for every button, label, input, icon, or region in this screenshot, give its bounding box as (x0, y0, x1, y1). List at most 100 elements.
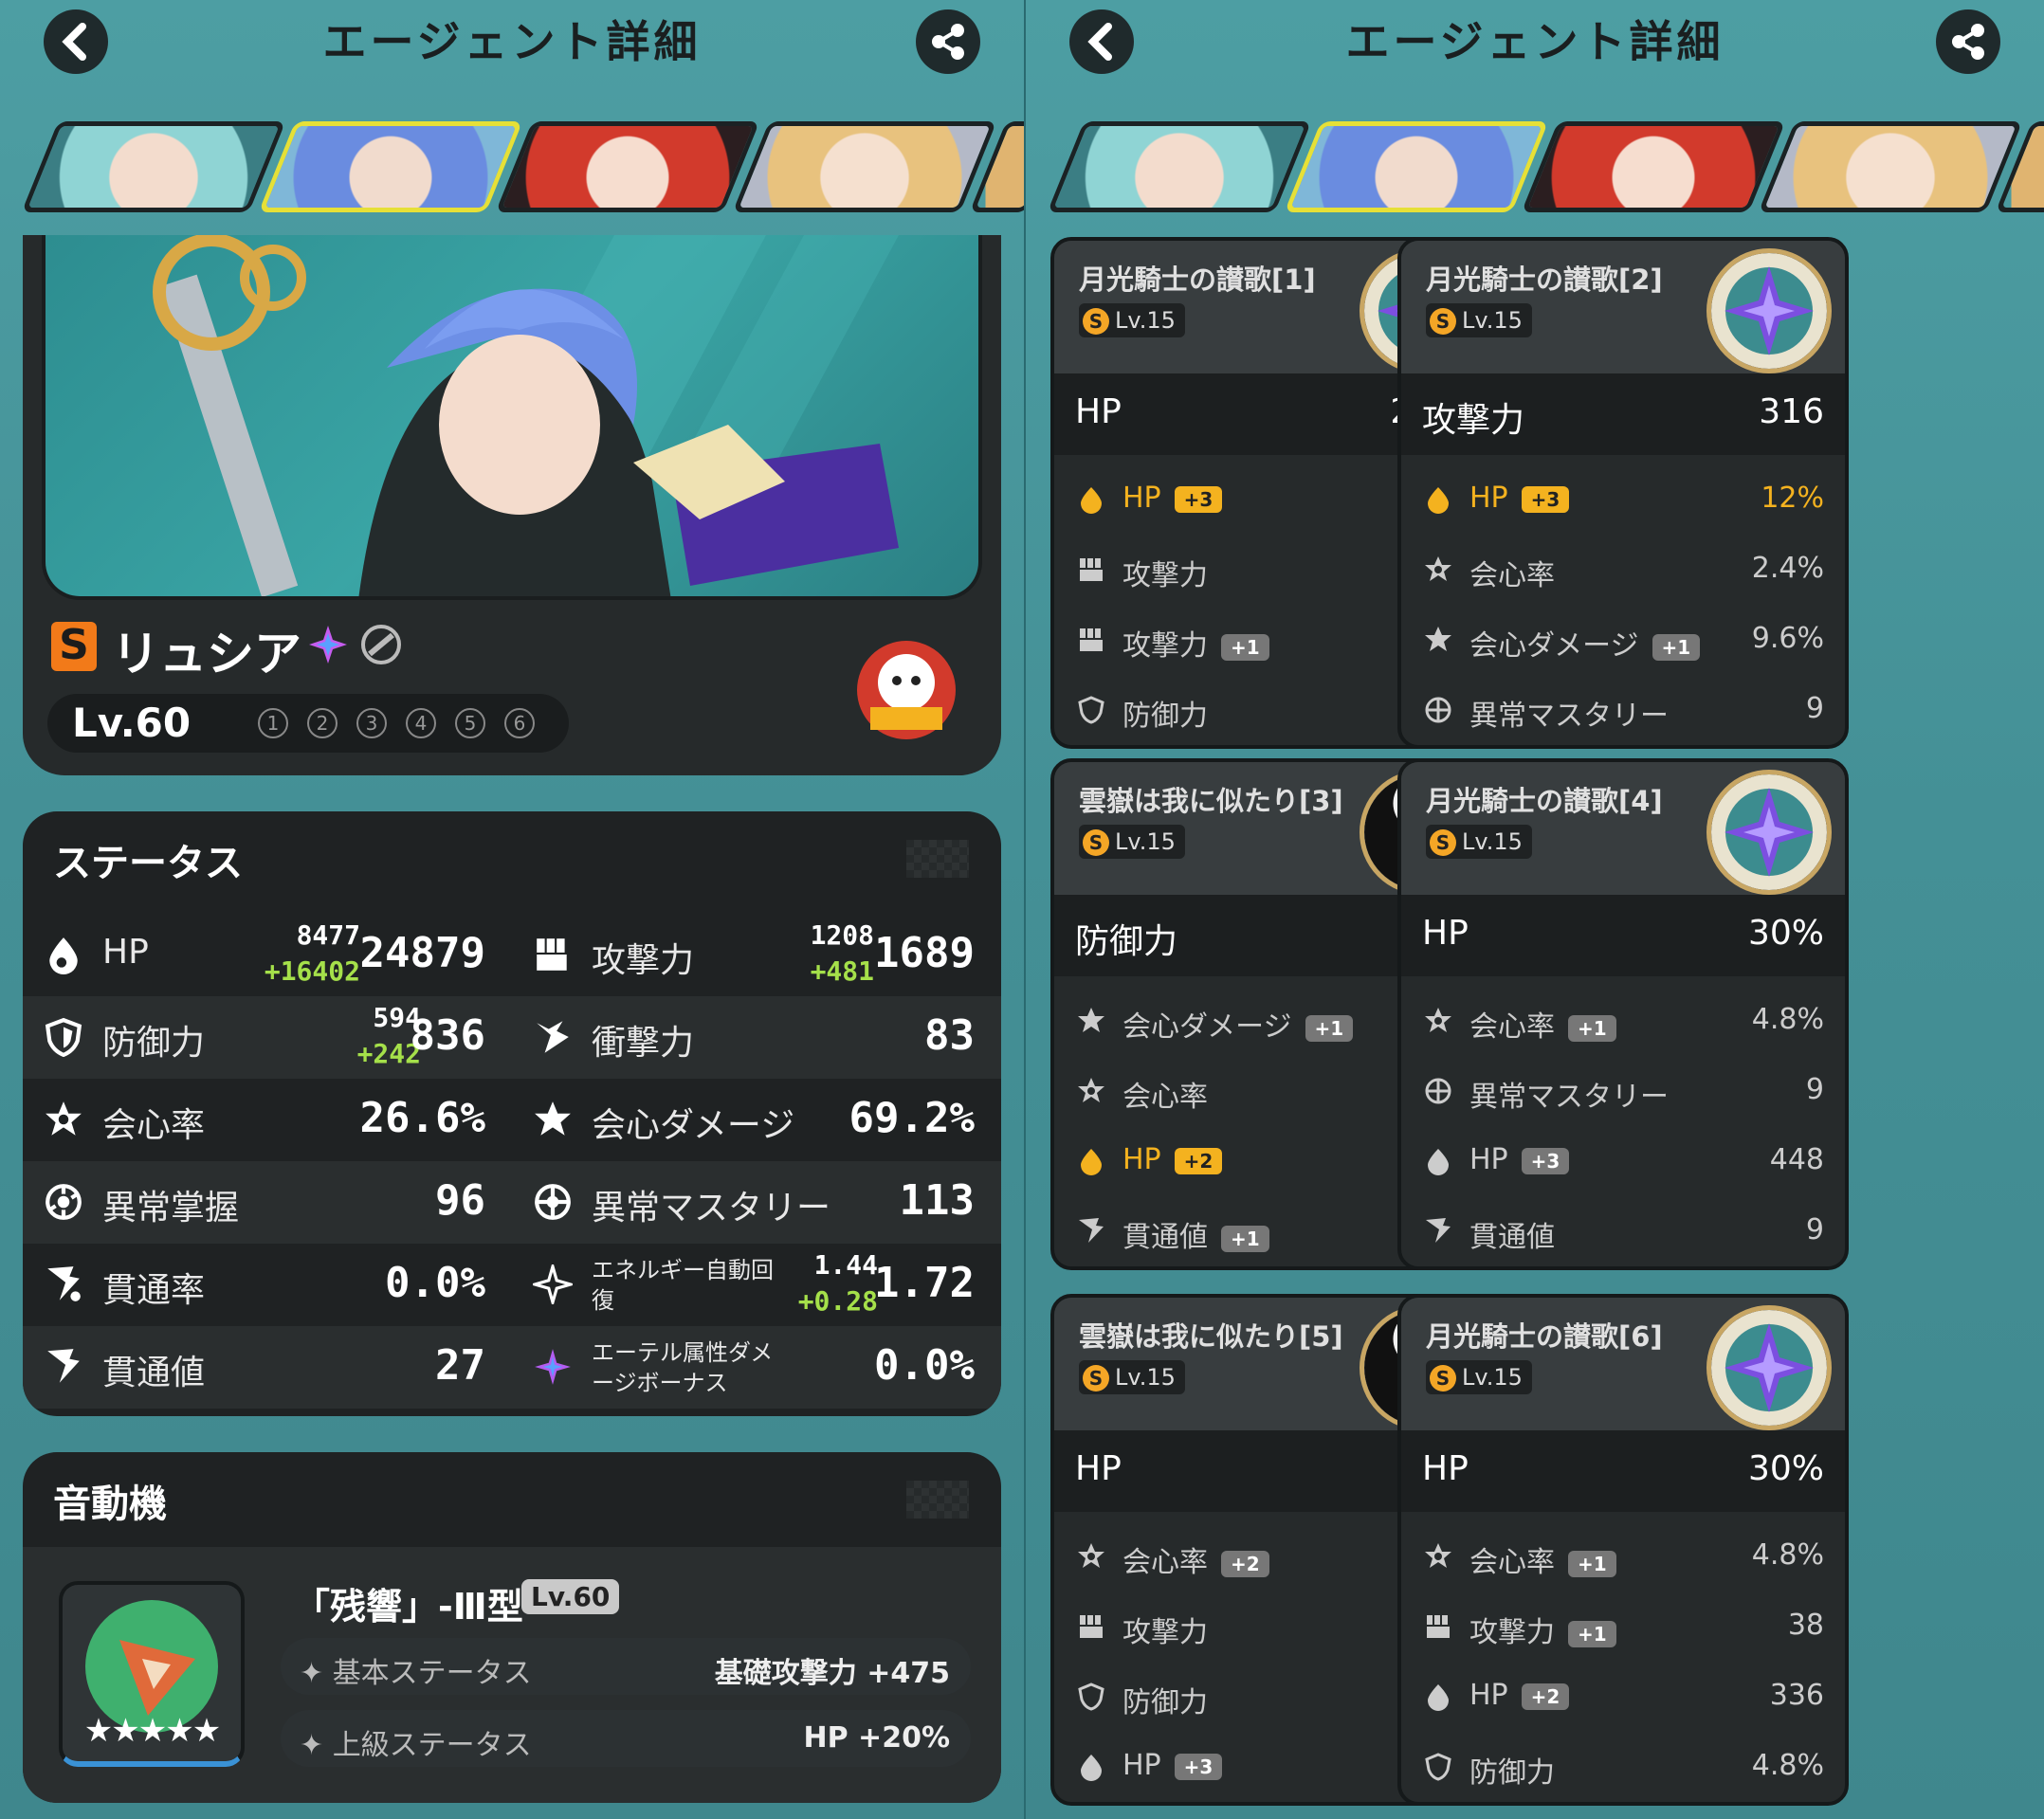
share-button[interactable] (916, 9, 980, 74)
drive-disc-card[interactable]: 月光騎士の讃歌[2] S Lv.15 攻撃力 316 HP +3 12% 会心率 2… (1397, 237, 1849, 749)
share-button[interactable] (1936, 9, 2000, 74)
disc-level-text: Lv.15 (1462, 828, 1523, 855)
disc-level: S Lv.15 (1079, 825, 1185, 859)
ether-dmg-icon (535, 1349, 571, 1385)
agent-portrait-2-selected[interactable] (258, 121, 523, 212)
hp-icon (1428, 1684, 1449, 1711)
mindscape-6[interactable]: 6 (504, 708, 535, 738)
disc-substat-label: 会心率 (1122, 1081, 1208, 1114)
wengine-base-value: 基礎攻撃力 +475 (714, 1657, 950, 1690)
disc-substat-roll-badge: +3 (1521, 1147, 1570, 1174)
mindscape-3[interactable]: 3 (356, 708, 387, 738)
agent-detail-panel-right: エージェント詳細 月光騎士の讃歌[1] SLv.15 HP 2200 HP+3 … (1026, 0, 2044, 1819)
disc-substat-value: 9 (1805, 692, 1824, 725)
agent-portrait-2-selected[interactable] (1284, 121, 1549, 212)
drive-disc-card[interactable]: 月光騎士の讃歌[6] S Lv.15 HP 30% 会心率 +1 4.8% 攻撃力 +… (1397, 1294, 1849, 1806)
disc-substat: 会心ダメージ +1 9.6% (1401, 605, 1845, 675)
disc-substat-value: 9.6% (1751, 622, 1824, 655)
stat-bonus: +481 (810, 955, 874, 987)
crit-dmg-icon (1078, 1008, 1104, 1032)
disc-main-label: 防御力 (1075, 922, 1178, 961)
disc-substat-label: 会心率 (1122, 1546, 1208, 1579)
stat-value: 0.0% (874, 1341, 975, 1390)
drive-disc-card[interactable]: 月光騎士の讃歌[4] S Lv.15 HP 30% 会心率 +1 4.8% 異常マス… (1397, 758, 1849, 1270)
stat-anomaly-mastery: 異常マスタリー 113 (512, 1161, 1001, 1244)
disc-substat-label: 攻撃力 (1122, 1616, 1208, 1649)
crit-rate-icon (1078, 1543, 1104, 1568)
faction-logo-icon (857, 641, 956, 739)
hp-icon (1081, 487, 1102, 514)
disc-level-text: Lv.15 (1462, 307, 1523, 334)
s-rank-icon: S (1430, 1365, 1456, 1392)
defense-icon (45, 1017, 82, 1057)
disc-level: S Lv.15 (1079, 303, 1185, 337)
disc-level: S Lv.15 (1426, 1360, 1532, 1394)
stat-row: HP 8477 +16402 24879 攻撃力 1208 +481 1689 (23, 914, 1001, 996)
wengine-level: Lv.60 (521, 1579, 620, 1614)
disc-main-stat: HP 30% (1401, 1430, 1845, 1512)
disc-level-text: Lv.15 (1115, 307, 1176, 334)
s-rank-icon: S (1083, 829, 1109, 856)
disc-main-label: HP (1075, 392, 1122, 431)
mindscape-4[interactable]: 4 (406, 708, 436, 738)
stat-base: 8477 (296, 919, 360, 951)
disc-substat-value: 4.8% (1751, 1003, 1824, 1036)
defense-icon (1078, 1683, 1104, 1711)
agent-artwork (42, 235, 982, 600)
pen-icon (47, 1349, 80, 1383)
disc-substat-label: 会心ダメージ (1122, 1010, 1292, 1044)
disc-main-label: HP (1422, 914, 1469, 953)
disc-set-icon (1706, 770, 1832, 895)
disc-substat-roll-badge: +3 (1521, 485, 1570, 513)
sparkle-icon: ✦ (300, 1657, 324, 1690)
wengine-rarity-stars: ★★★★★ (83, 1712, 221, 1750)
disc-substat: HP +2 336 (1401, 1662, 1845, 1732)
decor-checker (906, 840, 969, 878)
mindscape-2[interactable]: 2 (307, 708, 338, 738)
stat-label: 貫通率 (102, 1271, 206, 1310)
stat-impact: 衝撃力 83 (512, 996, 1001, 1079)
defense-icon (1425, 1753, 1451, 1781)
stat-energy-regen: エネルギー自動回復 1.44 +0.28 1.72 (512, 1244, 1001, 1326)
disc-substat: 会心率 +1 4.8% (1401, 1521, 1845, 1592)
mindscape-1[interactable]: 1 (258, 708, 288, 738)
stat-value: 24879 (359, 929, 485, 977)
wengine-thumbnail[interactable]: ★★★★★ (59, 1581, 245, 1767)
agent-portrait-1[interactable] (21, 121, 286, 212)
hp-icon (1081, 1149, 1102, 1175)
specialty-anomaly-icon (361, 625, 401, 664)
stat-row: 貫通値 27 エーテル属性ダメージボーナス 0.0% (23, 1326, 1001, 1409)
page-title: エージェント詳細 (322, 16, 702, 67)
mindscape-5[interactable]: 5 (455, 708, 485, 738)
disc-main-value: 30% (1747, 1449, 1824, 1488)
agent-portrait-3[interactable] (495, 121, 760, 212)
agent-portrait-4[interactable] (732, 121, 997, 212)
attack-icon (537, 938, 567, 971)
disc-substat: HP +3 448 (1401, 1126, 1845, 1196)
disc-substat-roll-badge: +1 (1568, 1620, 1616, 1647)
disc-substat-label: 会心率 (1469, 559, 1555, 592)
stat-bonus: +0.28 (797, 1285, 878, 1317)
disc-substat-label: 攻撃力 (1122, 559, 1208, 592)
stat-value: 1689 (874, 929, 975, 977)
disc-substat-label: 防御力 (1122, 1686, 1208, 1719)
agent-portrait-4[interactable] (1758, 121, 2023, 212)
stat-bonus: +16402 (264, 955, 360, 987)
agent-portrait-1[interactable] (1047, 121, 1312, 212)
stat-base: 1.44 (813, 1249, 878, 1281)
disc-substat-label: 会心率 (1469, 1546, 1555, 1579)
stat-label: HP (102, 933, 149, 972)
agent-detail-panel-left: エージェント詳細 S リュシア Lv.60 1 2 3 4 5 6 ステータス … (0, 0, 1024, 1819)
pen-icon (1426, 1218, 1451, 1243)
wengine-adv-stat: ✦ 上級ステータス HP +20% (281, 1710, 971, 1767)
stat-value: 836 (410, 1011, 485, 1060)
stat-base: 594 (373, 1002, 421, 1033)
disc-substat-value: 4.8% (1751, 1749, 1824, 1782)
hp-icon (1428, 487, 1449, 514)
disc-substat-label: HP (1469, 482, 1508, 515)
decor-checker (906, 1481, 969, 1519)
disc-main-value: 316 (1759, 392, 1824, 431)
agent-portrait-3[interactable] (1521, 121, 1786, 212)
status-section: ステータス HP 8477 +16402 24879 攻撃力 1208 +481… (23, 811, 1001, 1416)
disc-substat-value: 9 (1805, 1073, 1824, 1106)
